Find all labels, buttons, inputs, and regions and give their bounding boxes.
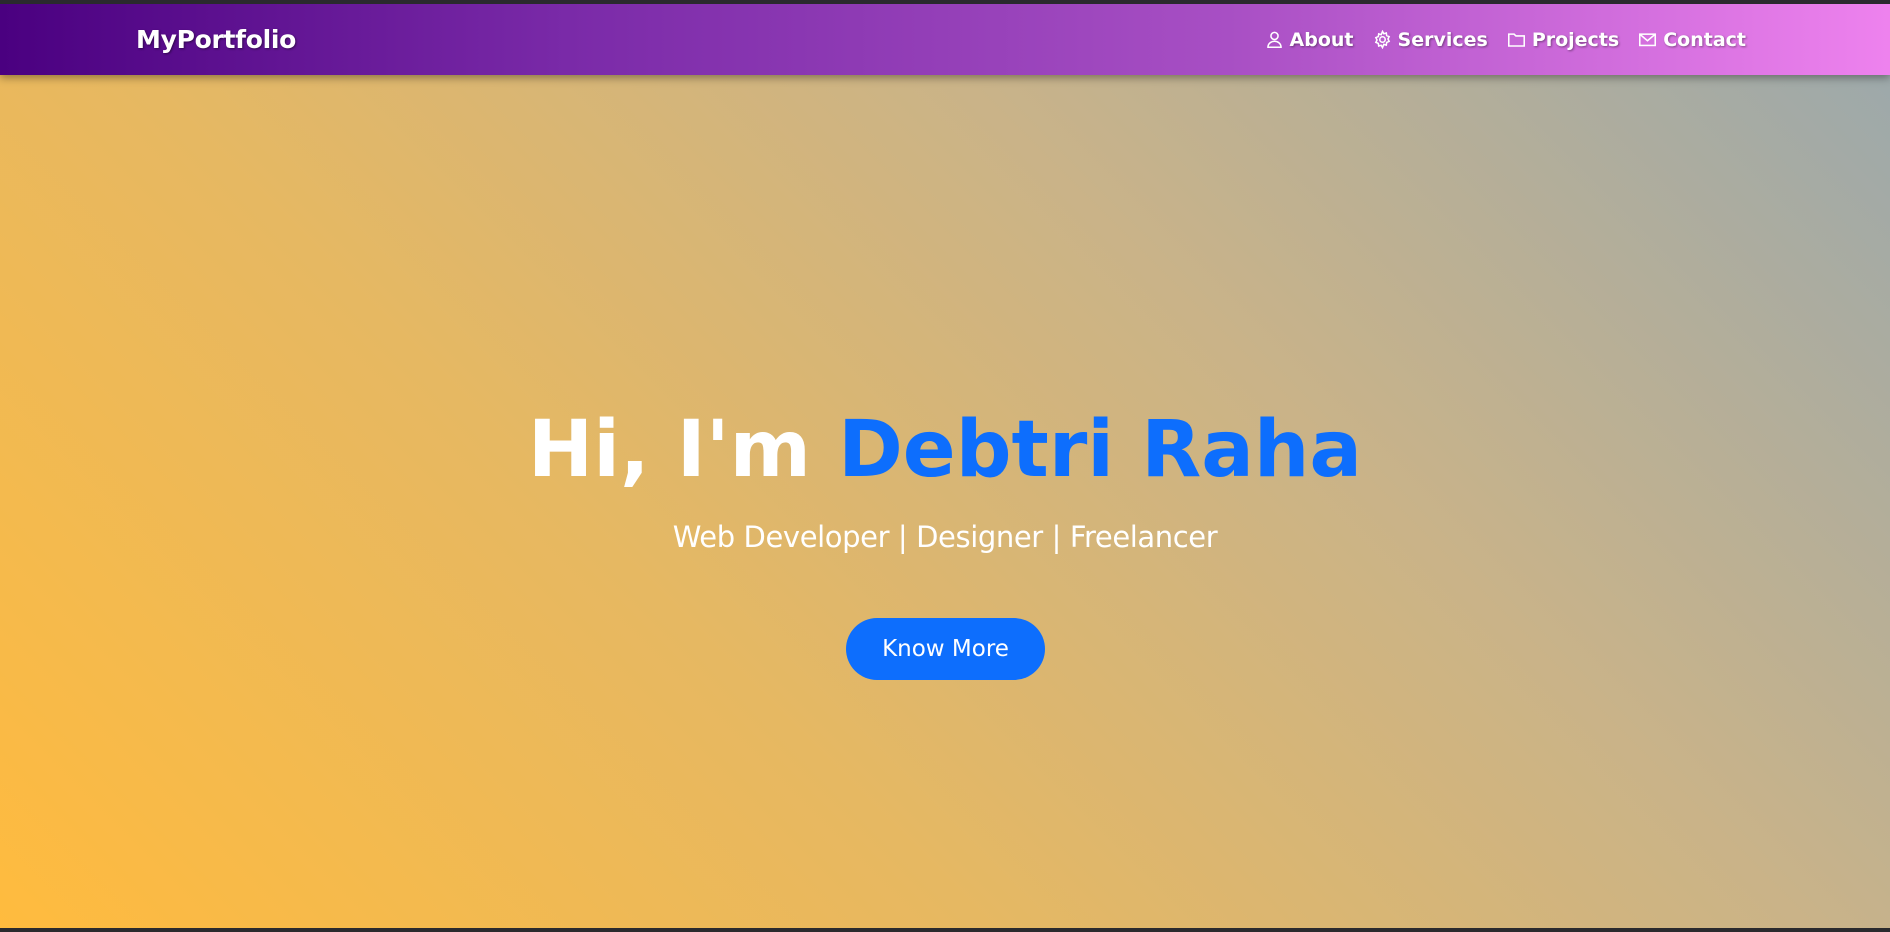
nav-menu: About Services Projects Contact (1265, 4, 1746, 75)
brand-logo[interactable]: MyPortfolio (136, 4, 296, 75)
folder-icon (1507, 30, 1526, 49)
navbar: MyPortfolio About Services Projects Cont… (0, 4, 1890, 75)
hero-subtitle: Web Developer | Designer | Freelancer (672, 520, 1218, 554)
person-icon (1265, 30, 1284, 49)
nav-item-label: Projects (1531, 28, 1620, 51)
nav-item-label: Services (1397, 28, 1488, 51)
gear-icon (1373, 30, 1392, 49)
nav-item-services[interactable]: Services (1373, 29, 1488, 51)
know-more-button[interactable]: Know More (846, 618, 1045, 680)
nav-item-label: Contact (1663, 28, 1746, 51)
nav-item-projects[interactable]: Projects (1507, 29, 1619, 51)
nav-item-contact[interactable]: Contact (1638, 29, 1746, 51)
hero-section: Hi, I'm Debtri Raha Web Developer | Desi… (0, 75, 1890, 928)
nav-item-label: About (1289, 28, 1354, 51)
page: MyPortfolio About Services Projects Cont… (0, 4, 1890, 928)
hero-name: Debtri Raha (838, 405, 1363, 495)
nav-item-about[interactable]: About (1265, 29, 1354, 51)
hero-title: Hi, I'm Debtri Raha (0, 404, 1890, 496)
hero-greeting: Hi, I'm (527, 405, 811, 495)
envelope-icon (1638, 30, 1657, 49)
